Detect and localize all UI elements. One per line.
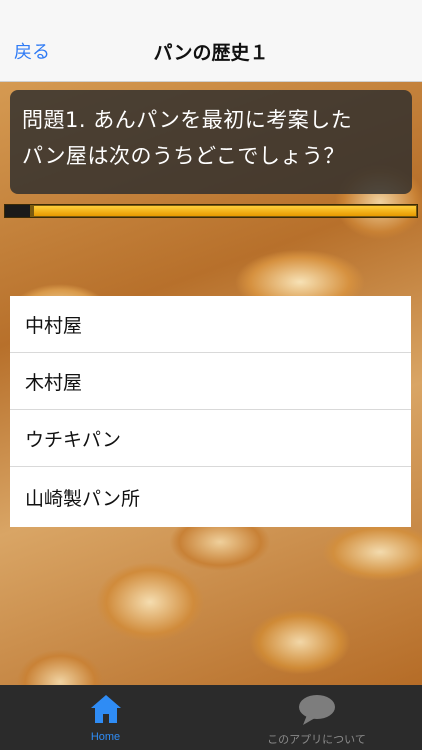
answer-option-3[interactable]: ウチキパン xyxy=(10,410,411,467)
question-banner: 問題1. あんパンを最初に考案した パン屋は次のうちどこでしょう？ xyxy=(10,90,412,194)
tab-bar: Home このアプリについて xyxy=(0,685,422,750)
answer-label: ウチキパン xyxy=(25,428,121,451)
answer-label: 山崎製パン所 xyxy=(25,487,140,510)
tab-home[interactable]: Home xyxy=(0,685,211,750)
answer-option-4[interactable]: 山崎製パン所 xyxy=(10,467,411,527)
progress-elapsed xyxy=(5,205,30,217)
navigation-bar: 戻る パンの歴史１ xyxy=(0,0,422,82)
progress-remaining xyxy=(33,206,416,216)
speech-bubble-icon xyxy=(297,693,337,731)
tab-about-app[interactable]: このアプリについて xyxy=(211,685,422,750)
answer-list: 中村屋 木村屋 ウチキパン 山崎製パン所 xyxy=(10,296,411,527)
tab-about-label: このアプリについて xyxy=(267,734,366,746)
answer-option-2[interactable]: 木村屋 xyxy=(10,353,411,410)
page-title: パンの歴史１ xyxy=(153,42,269,64)
tab-home-label: Home xyxy=(90,731,121,743)
answer-label: 中村屋 xyxy=(25,314,83,337)
question-text-line-1: 問題1. あんパンを最初に考案した xyxy=(22,108,353,132)
time-progress-bar xyxy=(4,204,418,218)
answer-option-1[interactable]: 中村屋 xyxy=(10,296,411,353)
home-icon xyxy=(89,693,123,729)
question-text-line-2: パン屋は次のうちどこでしょう？ xyxy=(22,144,345,168)
answer-label: 木村屋 xyxy=(25,371,83,394)
